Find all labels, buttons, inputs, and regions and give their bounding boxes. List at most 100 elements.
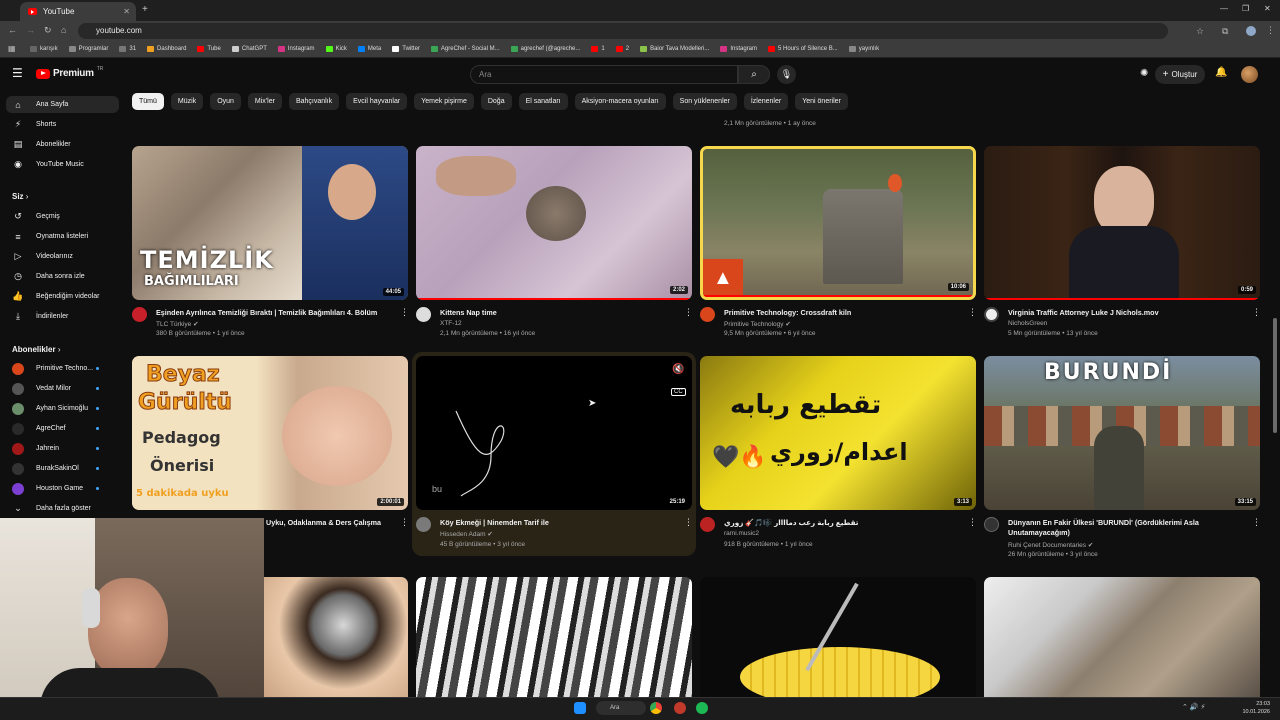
minimize-icon[interactable]: —: [1220, 4, 1228, 13]
more-actions-icon[interactable]: ⋮: [684, 307, 693, 318]
filter-chip[interactable]: Mix'ler: [247, 93, 282, 110]
bookmark-item[interactable]: ChatGPT: [231, 46, 267, 52]
filter-chip[interactable]: Müzik: [170, 93, 204, 110]
sidebar-item[interactable]: ◉ YouTube Music: [6, 156, 119, 173]
voice-search-button[interactable]: 🎙: [777, 65, 796, 84]
forward-icon[interactable]: →: [26, 25, 35, 35]
channel-name[interactable]: Ruhi Çenet Documentaries ✔: [1008, 541, 1093, 549]
channel-avatar[interactable]: [416, 517, 431, 532]
chrome-icon[interactable]: [650, 702, 662, 714]
sidebar-item[interactable]: ⤓ İndirilenler: [6, 308, 119, 325]
more-actions-icon[interactable]: ⋮: [684, 517, 693, 528]
video-title[interactable]: Virginia Traffic Attorney Luke J Nichols…: [1008, 308, 1248, 317]
subscription-item[interactable]: Jahrein: [6, 440, 119, 457]
create-button[interactable]: + Oluştur: [1155, 65, 1205, 84]
taskbar-search[interactable]: Ara: [596, 701, 646, 715]
more-actions-icon[interactable]: ⋮: [1252, 307, 1261, 318]
profile-avatar[interactable]: [1246, 26, 1256, 36]
sidebar-item[interactable]: ≡ Oynatma listeleri: [6, 228, 119, 245]
app-icon[interactable]: [674, 702, 686, 714]
filter-chip[interactable]: Son yüklenenler: [672, 93, 737, 110]
video-thumbnail[interactable]: ▲ 10:06: [700, 146, 976, 300]
video-thumbnail[interactable]: 2:02: [416, 146, 692, 300]
tab-close-icon[interactable]: ✕: [123, 7, 130, 16]
bookmark-item[interactable]: Meta: [357, 46, 381, 52]
subscription-item[interactable]: AgreChef: [6, 420, 119, 437]
close-window-icon[interactable]: ✕: [1264, 4, 1271, 13]
channel-name[interactable]: XTF-12: [440, 320, 462, 327]
more-actions-icon[interactable]: ⋮: [400, 307, 409, 318]
video-title[interactable]: Dünyanın En Fakir Ülkesi 'BURUNDİ' (Görd…: [1008, 518, 1253, 538]
bookmark-item[interactable]: Kick: [325, 46, 347, 52]
new-tab-icon[interactable]: +: [142, 4, 148, 15]
show-more-button[interactable]: ⌄ Daha fazla göster: [6, 500, 119, 517]
subscription-item[interactable]: BurakSakinOl: [6, 460, 119, 477]
filter-chip[interactable]: Yeni öneriler: [795, 93, 848, 110]
channel-avatar[interactable]: [416, 307, 431, 322]
channel-avatar[interactable]: [700, 517, 715, 532]
mute-icon[interactable]: 🔇: [672, 364, 684, 375]
video-thumbnail[interactable]: BURUNDİ 33:15: [984, 356, 1260, 510]
search-input[interactable]: Ara: [470, 65, 738, 84]
video-title[interactable]: Eşinden Ayrılınca Temizliği Bıraktı | Te…: [156, 308, 396, 317]
notifications-bell-icon[interactable]: 🔔: [1215, 67, 1227, 78]
video-title[interactable]: Kittens Nap time: [440, 308, 680, 317]
video-thumbnail[interactable]: [416, 577, 692, 697]
video-thumbnail[interactable]: TEMİZLİK BAĞIMLILARI 44:05: [132, 146, 408, 300]
tray-icons[interactable]: ⌃ 🔊 ⚡: [1182, 703, 1205, 711]
sidebar-item[interactable]: ▷ Videolarınız: [6, 248, 119, 265]
video-thumbnail[interactable]: 0:59: [984, 146, 1260, 300]
channel-name[interactable]: Primitive Technology ✔: [724, 320, 791, 328]
filter-chip[interactable]: Evcil hayvanlar: [346, 93, 408, 110]
scrollbar-thumb[interactable]: [1273, 318, 1277, 433]
more-actions-icon[interactable]: ⋮: [1252, 517, 1261, 528]
video-thumbnail[interactable]: تقطيع ربابه اعدام/زوري 🖤🔥 3:13: [700, 356, 976, 510]
video-thumbnail[interactable]: Beyaz Gürültü Pedagog Önerisi 5 dakikada…: [132, 356, 408, 510]
channel-avatar[interactable]: [984, 517, 999, 532]
bookmark-item[interactable]: 31: [119, 46, 136, 52]
video-title[interactable]: تقطيع ربابة رعب دماااار 🎼🎵🎸 زوري: [724, 518, 964, 527]
youtube-logo[interactable]: Premium TR: [36, 66, 103, 79]
bookmark-item[interactable]: AgreChef - Social M...: [430, 46, 500, 52]
channel-name[interactable]: Hisseden Adam ✔: [440, 530, 493, 538]
bookmark-item[interactable]: yayınlık: [848, 46, 879, 52]
video-thumbnail[interactable]: [264, 577, 408, 697]
more-actions-icon[interactable]: ⋮: [400, 517, 409, 528]
account-avatar[interactable]: [1241, 66, 1258, 83]
cast-icon[interactable]: ✺: [1140, 68, 1148, 79]
bookmark-item[interactable]: Programlar: [68, 46, 108, 52]
bookmark-item[interactable]: Baior Tava Modelleri...: [640, 46, 709, 52]
video-title[interactable]: Uyku, Odaklanma & Ders Çalışma: [266, 518, 396, 527]
sidebar-section-you[interactable]: Siz ›: [12, 192, 28, 201]
subscription-item[interactable]: Ayhan Sicimoğlu: [6, 400, 119, 417]
back-icon[interactable]: ←: [8, 25, 17, 35]
browser-menu-icon[interactable]: ⋮: [1266, 25, 1275, 36]
url-field[interactable]: youtube.com: [78, 23, 1168, 39]
channel-name[interactable]: rami.music2: [724, 530, 759, 537]
extensions-icon[interactable]: ⧉: [1222, 26, 1228, 37]
bookmark-item[interactable]: karışık: [30, 46, 58, 52]
maximize-icon[interactable]: ❐: [1242, 4, 1249, 13]
bookmark-item[interactable]: Tube: [197, 46, 221, 52]
sidebar-item[interactable]: ◷ Daha sonra izle: [6, 268, 119, 285]
bookmark-item[interactable]: 1: [591, 46, 605, 52]
channel-avatar[interactable]: [132, 307, 147, 322]
spotify-icon[interactable]: [696, 702, 708, 714]
sidebar-item[interactable]: ⚡ Shorts: [6, 116, 119, 133]
video-title[interactable]: Köy Ekmeği | Ninemden Tarif ile: [440, 518, 680, 527]
filter-chip[interactable]: Bahçıvanlık: [288, 93, 340, 110]
sidebar-section-subscriptions[interactable]: Abonelikler ›: [12, 345, 60, 354]
home-icon[interactable]: ⌂: [61, 25, 66, 35]
sidebar-item[interactable]: ⌂ Ana Sayfa: [6, 96, 119, 113]
captions-icon[interactable]: CC: [671, 388, 686, 396]
bookmark-item[interactable]: 2: [615, 46, 629, 52]
filter-chip[interactable]: El sanatları: [518, 93, 568, 110]
bookmark-item[interactable]: agrechef (@agreche...: [510, 46, 580, 52]
bookmark-star-icon[interactable]: ☆: [1196, 26, 1204, 37]
bookmark-item[interactable]: Instagram: [277, 46, 315, 52]
channel-avatar[interactable]: [984, 307, 999, 322]
filter-chip[interactable]: Oyun: [210, 93, 241, 110]
sidebar-item[interactable]: 👍 Beğendiğim videolar: [6, 288, 119, 305]
filter-chip[interactable]: Tümü: [132, 93, 164, 110]
bookmark-item[interactable]: Dashboard: [147, 46, 186, 52]
